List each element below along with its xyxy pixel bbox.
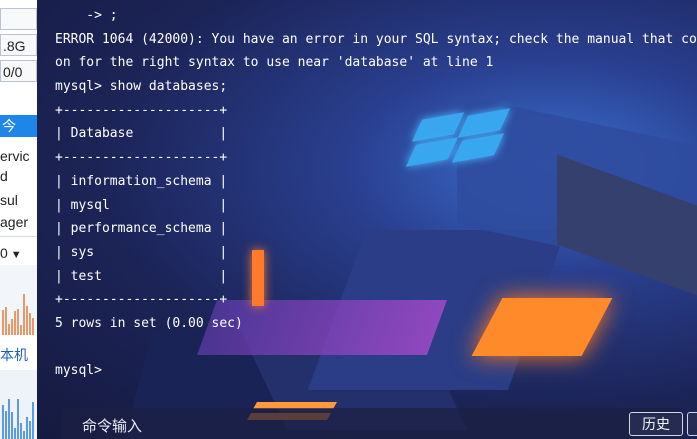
- mini-chart-bar: [32, 317, 34, 335]
- sidebar-item-selected-label: 今: [2, 118, 16, 134]
- sidebar-mini-chart: [0, 265, 37, 335]
- mini-chart-bar: [29, 312, 31, 335]
- terminal-output: -> ; ERROR 1064 (42000): You have an erro…: [55, 4, 697, 383]
- mini-chart-bar: [29, 421, 31, 439]
- sidebar-field-1[interactable]: [0, 8, 37, 30]
- sidebar-field-count[interactable]: 0/0: [0, 60, 37, 82]
- sidebar-item-d-label: d: [0, 168, 8, 184]
- mini-chart-bar: [11, 318, 13, 335]
- left-panel: .8G 0/0 今 ervic d sul ager 0 ▼ 本机: [0, 0, 38, 439]
- terminal-line: +--------------------+: [55, 150, 228, 166]
- terminal-window[interactable]: -> ; ERROR 1064 (42000): You have an erro…: [37, 0, 697, 439]
- terminal-line: +--------------------+: [55, 292, 228, 308]
- command-bar: 命令输入: [62, 408, 682, 439]
- mini-chart-bar: [11, 412, 13, 439]
- terminal-line: | mysql |: [55, 197, 228, 213]
- mini-chart-bar: [32, 402, 34, 439]
- sidebar-dropdown[interactable]: 0 ▼: [0, 242, 37, 264]
- command-input-label[interactable]: 命令输入: [82, 415, 142, 436]
- sidebar-field-memory[interactable]: .8G: [0, 34, 37, 56]
- mini-chart-bar: [23, 294, 25, 335]
- mini-chart-bar: [2, 309, 4, 335]
- sidebar-item-service[interactable]: ervic: [0, 145, 37, 167]
- sidebar-divider: [0, 236, 37, 237]
- sidebar-item-consul[interactable]: sul: [0, 189, 37, 211]
- mini-chart-bar: [26, 305, 28, 335]
- sidebar-item-consul-label: sul: [0, 192, 18, 208]
- sidebar-machine-label-text: 本机: [0, 347, 28, 363]
- mini-chart-bar: [14, 311, 16, 335]
- terminal-line: | Database |: [55, 126, 228, 142]
- mini-chart-bar: [20, 325, 22, 335]
- terminal-line: ERROR 1064 (42000): You have an error in…: [55, 31, 697, 47]
- mini-chart-bar: [8, 398, 10, 439]
- mini-chart-bar: [5, 307, 7, 335]
- sidebar-machine-label: 本机: [0, 344, 37, 366]
- sidebar-item-d[interactable]: d: [0, 165, 37, 187]
- mini-chart-bar: [17, 398, 19, 439]
- mini-chart-bar: [23, 430, 25, 439]
- extra-button-edge[interactable]: [687, 412, 697, 436]
- terminal-line: mysql> show databases;: [55, 79, 228, 95]
- terminal-line: | information_schema |: [55, 173, 228, 189]
- terminal-line: mysql>: [55, 363, 110, 379]
- mini-chart-bar: [26, 416, 28, 439]
- sidebar-dropdown-value: 0: [0, 245, 8, 261]
- terminal-line: 5 rows in set (0.00 sec): [55, 315, 243, 331]
- mini-chart-bar: [5, 410, 7, 439]
- mini-chart-bar: [20, 423, 22, 439]
- mini-chart-bar: [2, 404, 4, 439]
- history-button[interactable]: 历史: [629, 412, 683, 436]
- terminal-line: on for the right syntax to use near 'dat…: [55, 55, 494, 71]
- sidebar-field-memory-text: .8G: [3, 38, 26, 54]
- sidebar-item-manager-label: ager: [0, 214, 29, 230]
- terminal-line: -> ;: [55, 8, 118, 23]
- terminal-line: | performance_schema |: [55, 221, 228, 237]
- sidebar-mini-chart-2: [0, 370, 37, 439]
- terminal-line: | test |: [55, 268, 228, 284]
- mini-chart-bar: [17, 309, 19, 335]
- caret-down-icon: ▼: [10, 249, 22, 261]
- mini-chart-bar: [14, 427, 16, 439]
- terminal-line: +--------------------+: [55, 102, 228, 118]
- terminal-line: | sys |: [55, 244, 228, 260]
- sidebar-item-service-label: ervic: [0, 148, 30, 164]
- mini-chart-bar: [8, 323, 10, 335]
- sidebar-field-count-text: 0/0: [3, 64, 23, 80]
- sidebar-item-selected[interactable]: 今: [0, 115, 37, 137]
- sidebar-item-manager[interactable]: ager: [0, 211, 37, 233]
